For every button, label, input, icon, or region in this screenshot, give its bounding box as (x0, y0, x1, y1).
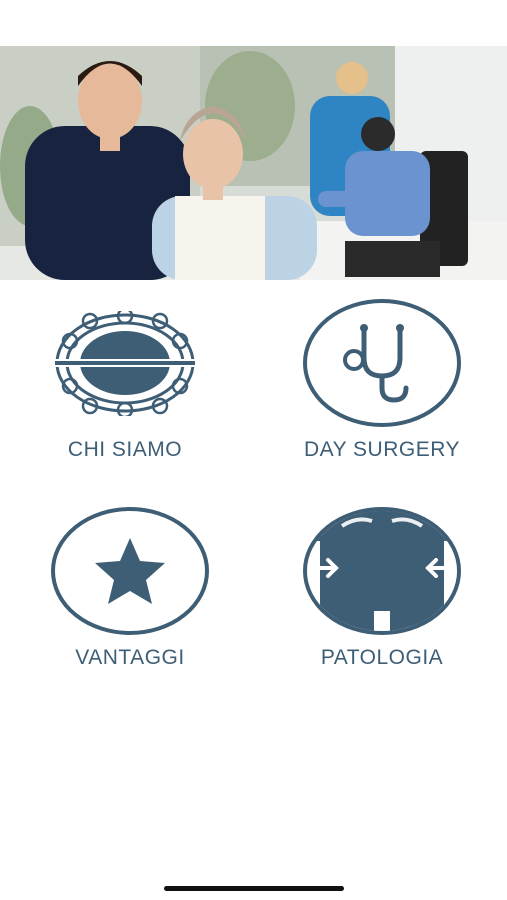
hero-image (0, 46, 507, 280)
menu-item-vantaggi[interactable]: VANTAGGI (10, 506, 250, 670)
crest-icon (45, 298, 205, 428)
menu-item-label: VANTAGGI (75, 646, 185, 669)
menu-item-patologia[interactable]: PATOLOGIA (262, 506, 502, 670)
body-arrows-icon (302, 506, 462, 636)
star-icon (50, 506, 210, 636)
status-bar (0, 0, 507, 46)
menu-item-chi-siamo[interactable]: CHI SIAMO (5, 298, 245, 462)
menu-item-day-surgery[interactable]: DAY SURGERY (262, 298, 502, 462)
menu-item-label: PATOLOGIA (320, 646, 444, 669)
stethoscope-icon (302, 298, 462, 428)
menu-item-label: CHI SIAMO (67, 438, 183, 461)
home-indicator[interactable] (164, 886, 344, 891)
menu-item-label: DAY SURGERY (303, 438, 461, 461)
menu-grid: CHI SIAMO DAY SURGERY VANTAGGI PATOLOGIA (0, 280, 507, 700)
